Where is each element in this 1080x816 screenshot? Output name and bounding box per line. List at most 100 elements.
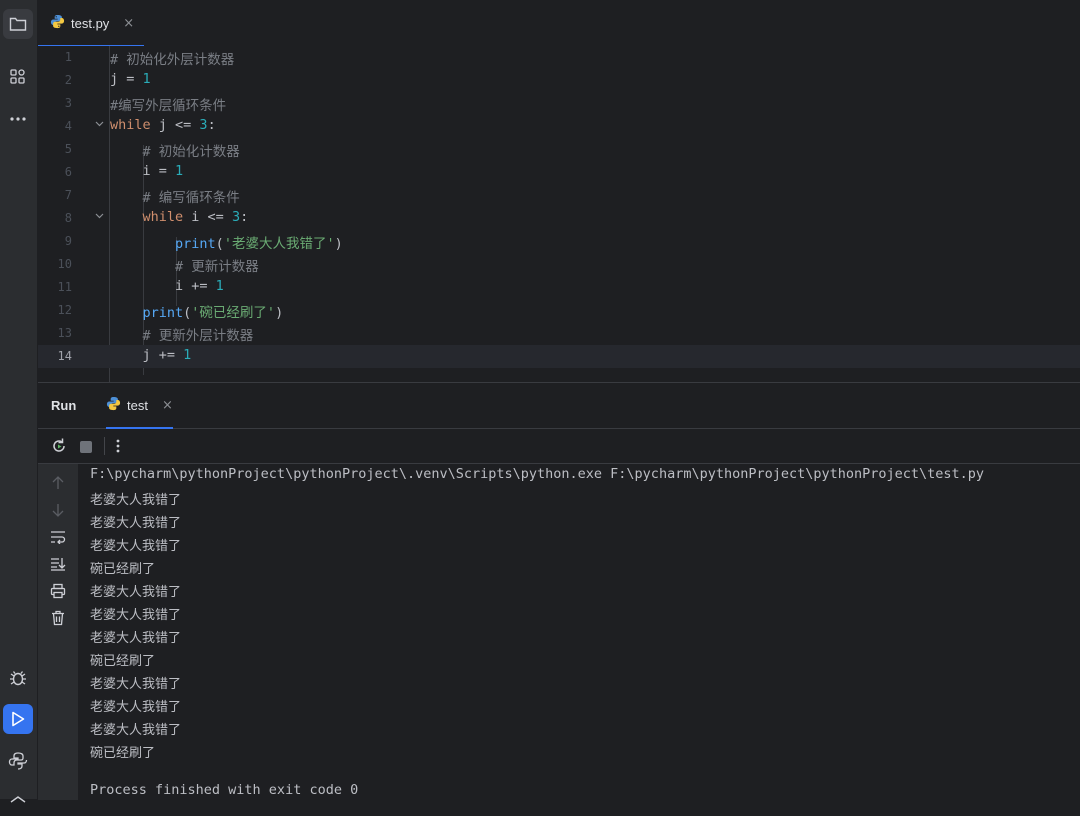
console-exit-line: Process finished with exit code 0 [90,782,359,798]
more-tools-icon[interactable] [3,104,33,134]
code-line[interactable]: 3 #编写外层循环条件 [38,92,1080,115]
code-token: #编写外层循环条件 [110,98,227,114]
code-token: 1 [183,347,192,363]
code-line[interactable]: 7 # 编写循环条件 [38,184,1080,207]
more-options-icon[interactable] [114,437,122,459]
code-token: 1 [175,163,184,179]
line-number: 4 [64,119,72,133]
python-file-icon [106,396,121,415]
run-tool-window: Run test × F:\pycharm\pythonProject\pyth… [38,382,1080,800]
code-text: # 编写循环条件 [110,186,240,206]
run-icon[interactable] [3,704,33,734]
code-line[interactable]: 9 print('老婆大人我错了') [38,230,1080,253]
project-icon[interactable] [3,9,33,39]
code-line[interactable]: 2 j = 1 [38,69,1080,92]
tool-window-stripe [0,0,38,803]
code-text: #编写外层循环条件 [110,94,226,114]
rerun-icon[interactable] [50,437,68,459]
code-text: # 更新计数器 [110,255,259,275]
console-output[interactable]: F:\pycharm\pythonProject\pythonProject\.… [90,464,1080,800]
code-line[interactable]: 5 # 初始化计数器 [38,138,1080,161]
code-token: '老婆大人我错了' [223,236,335,252]
code-text: j = 1 [110,71,151,87]
line-number: 11 [57,280,72,294]
scroll-down-icon[interactable] [48,501,68,519]
run-toolbar [38,429,1080,464]
code-line[interactable]: 11 i += 1 [38,276,1080,299]
line-number: 14 [57,349,72,363]
code-text: # 更新外层计数器 [110,324,254,344]
code-text: # 初始化外层计数器 [110,48,234,68]
toolbar-divider [104,437,105,455]
python-console-icon[interactable] [3,746,33,776]
debug-icon[interactable] [3,663,33,693]
code-line[interactable]: 6 i = 1 [38,161,1080,184]
code-token: print [175,236,216,252]
soft-wrap-icon[interactable] [48,528,68,546]
print-icon[interactable] [48,582,68,600]
line-number: 13 [57,326,72,340]
editor-tab-bar: test.py × [38,0,1080,47]
console-output-line: 老婆大人我错了 [90,493,182,508]
code-line[interactable]: 13 # 更新外层计数器 [38,322,1080,345]
run-tab-test[interactable]: test × [106,383,173,429]
code-token: i = [110,163,176,179]
code-line[interactable]: 8 while i <= 3: [38,207,1080,230]
code-token: j += [110,347,184,363]
fold-chevron-icon[interactable] [95,211,104,223]
code-token: # 更新外层计数器 [142,328,254,344]
stop-icon[interactable] [79,439,93,458]
close-run-tab-icon[interactable]: × [162,398,173,413]
code-text: print('碗已经刷了') [110,301,284,321]
close-tab-icon[interactable]: × [123,16,134,31]
console-command-line: F:\pycharm\pythonProject\pythonProject\.… [90,466,985,482]
code-token: while [110,117,151,133]
fold-chevron-icon[interactable] [95,119,104,131]
line-number: 12 [57,303,72,317]
code-text: i = 1 [110,163,184,179]
line-number: 10 [57,257,72,271]
code-line[interactable]: 14 j += 1 [38,345,1080,368]
code-editor[interactable]: 1 # 初始化外层计数器 2 j = 1 3 #编写外层循环条件 4 while j <= 3… [38,46,1080,382]
console-output-line: 老婆大人我错了 [90,516,182,531]
code-line[interactable]: 4 while j <= 3: [38,115,1080,138]
code-token: : [207,117,216,133]
line-number: 9 [64,234,72,248]
code-text: while i <= 3: [110,209,249,225]
run-header: Run test × [38,383,1080,429]
code-line[interactable]: 1 # 初始化外层计数器 [38,46,1080,69]
code-token: print [142,305,184,321]
console-output-line: 老婆大人我错了 [90,631,182,646]
code-token: 1 [215,278,224,294]
console-output-line: 老婆大人我错了 [90,608,182,623]
scroll-to-end-icon[interactable] [48,555,68,573]
console-output-line: 碗已经刷了 [90,562,156,577]
scroll-up-icon[interactable] [48,474,68,492]
console-output-line: 碗已经刷了 [90,654,156,669]
clear-icon[interactable] [48,609,68,627]
console-output-line: 老婆大人我错了 [90,700,182,715]
structure-icon[interactable] [3,62,33,92]
console-output-line: 老婆大人我错了 [90,723,182,738]
code-line[interactable]: 10 # 更新计数器 [38,253,1080,276]
code-line[interactable]: 12 print('碗已经刷了') [38,299,1080,322]
console-gutter [38,464,78,800]
code-token: ( [215,236,224,252]
line-number: 3 [64,96,72,110]
line-number: 1 [64,50,72,64]
line-number: 6 [64,165,72,179]
editor-tab-label: test.py [71,15,110,31]
services-icon[interactable] [3,786,33,816]
line-number: 2 [64,73,72,87]
python-file-icon [50,14,65,33]
code-token: i <= [183,209,232,225]
console-output-line: 老婆大人我错了 [90,539,182,554]
editor-tab-test-py[interactable]: test.py × [38,0,145,47]
code-token: 1 [142,71,151,87]
